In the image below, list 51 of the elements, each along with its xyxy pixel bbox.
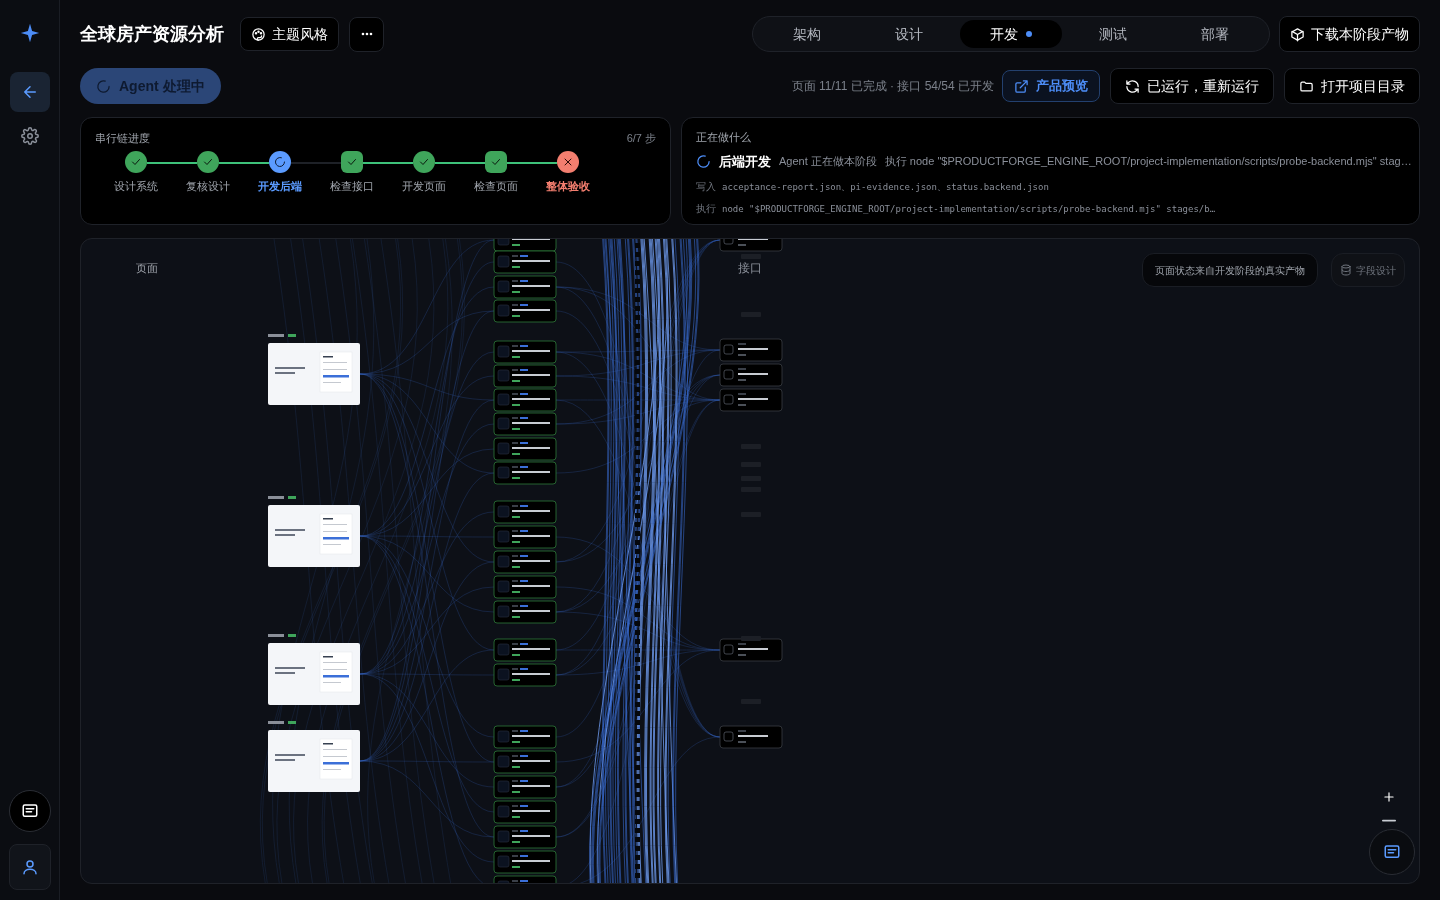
column-label: 接口 <box>738 259 762 277</box>
step-label: 设计系统 <box>114 178 158 194</box>
stage-tab[interactable]: 测试 <box>1062 20 1164 48</box>
settings-icon <box>20 127 39 145</box>
log-line: acceptance-report.json、pi-evidence.json、status.backend.json <box>722 181 1049 194</box>
theme-button[interactable]: 主题风格 <box>240 17 339 51</box>
user-icon <box>20 858 39 876</box>
step-label: 开发后端 <box>258 178 302 194</box>
back-button[interactable] <box>9 72 50 112</box>
stage-tab[interactable]: 部署 <box>1164 20 1266 48</box>
plus-icon <box>1382 790 1396 804</box>
step-label: 复核设计 <box>186 178 230 194</box>
stage-message: Agent 正在做本阶段 <box>779 154 877 169</box>
palette-icon <box>251 26 266 42</box>
download-button[interactable]: 下载本阶段产物 <box>1279 16 1420 52</box>
log-line: node "$PRODUCTFORGE_ENGINE_ROOT/project-implementation/scripts/probe-backend.mjs" stages/b… <box>722 202 1216 216</box>
chat-button[interactable] <box>1369 829 1415 875</box>
external-link-icon <box>1014 78 1029 94</box>
chat-icon <box>1383 843 1401 861</box>
chat-icon <box>20 802 39 820</box>
stage-name: 后端开发 <box>719 152 771 171</box>
preview-button[interactable]: 产品预览 <box>1002 70 1100 102</box>
minus-icon <box>1382 818 1396 822</box>
stage-tab[interactable]: 开发 <box>960 20 1062 48</box>
column-label: 页面 <box>136 261 158 276</box>
step-label: 检查接口 <box>330 178 374 194</box>
refresh-icon <box>1125 78 1140 94</box>
command-text: 执行 node "$PRODUCTFORGE_ENGINE_ROOT/project-implementation/scripts/probe-backend.mjs" stag… <box>884 154 1412 169</box>
panel-title: 串行链进度 <box>95 131 150 146</box>
page-title: 全球房产资源分析 <box>80 22 224 46</box>
database-icon <box>1340 264 1352 276</box>
line-label: 写入 <box>696 181 716 194</box>
step-label: 整体验收 <box>546 178 590 194</box>
cube-icon <box>1290 26 1305 42</box>
open-folder-button[interactable]: 打开项目目录 <box>1284 68 1420 104</box>
user-avatar-button[interactable] <box>8 844 51 890</box>
chat-button[interactable] <box>8 790 51 832</box>
step-label: 开发页面 <box>402 178 446 194</box>
field-design-button[interactable]: 字段设计 <box>1331 253 1405 287</box>
stage-tab[interactable]: 设计 <box>858 20 960 48</box>
progress-summary: 页面 11/11 已完成 · 接口 54/54 已开发 <box>791 78 994 95</box>
stage-tab[interactable]: 架构 <box>756 20 858 48</box>
folder-icon <box>1299 78 1314 94</box>
line-label: 执行 <box>696 202 716 216</box>
info-note: 页面状态来自开发阶段的真实产物 <box>1142 253 1318 287</box>
step-label: 检查页面 <box>474 178 518 194</box>
panel-title: 正在做什么 <box>696 130 752 145</box>
step-count: 6/7 步 <box>626 131 656 146</box>
spinner-icon <box>96 78 111 94</box>
spinner-icon <box>696 153 711 169</box>
rerun-button[interactable]: 已运行，重新运行 <box>1110 68 1274 104</box>
